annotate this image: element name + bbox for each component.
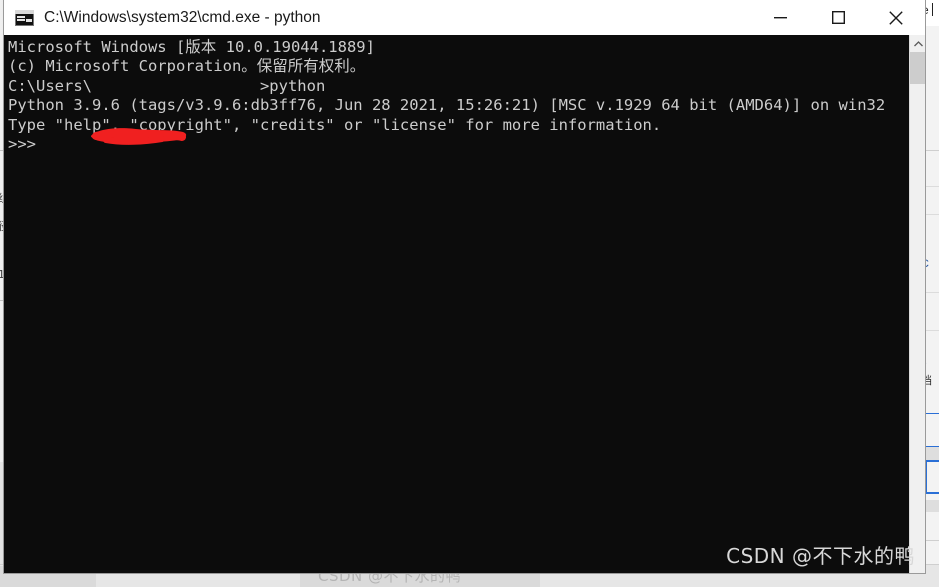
cmd-console-icon	[15, 9, 34, 26]
window-titlebar[interactable]: C:\Windows\system32\cmd.exe - python	[4, 0, 925, 35]
console-line-3: C:\Users\ >python	[8, 76, 326, 95]
console-line-4: Python 3.9.6 (tags/v3.9.6:db3ff76, Jun 2…	[8, 96, 886, 115]
console-line-5: Type "help", "copyright", "credits" or "…	[8, 115, 662, 134]
bg-right-titlebar: e	[923, 0, 939, 26]
scrollbar-thumb[interactable]	[910, 52, 925, 84]
console-scrollbar[interactable]	[909, 35, 925, 573]
bg-right-caret	[932, 3, 933, 16]
scroll-up-arrow-icon[interactable]	[910, 35, 925, 52]
watermark-primary: CSDN @不下水的鸭	[726, 544, 915, 568]
cmd-console-window[interactable]: C:\Windows\system32\cmd.exe - python Mic…	[4, 0, 925, 573]
close-button[interactable]	[867, 0, 925, 35]
console-line-0: Microsoft Windows [版本 10.0.19044.1889]	[8, 38, 375, 56]
minimize-button[interactable]	[751, 0, 809, 35]
window-title: C:\Windows\system32\cmd.exe - python	[44, 8, 321, 26]
desktop-background: 组 径 1 e C s 档 CSDN @不下水的鸭	[0, 0, 939, 587]
console-line-1: (c) Microsoft Corporation。保留所有权利。	[8, 57, 366, 76]
console-text-area[interactable]: Microsoft Windows [版本 10.0.19044.1889] (…	[4, 35, 909, 573]
window-controls	[751, 0, 925, 35]
console-prompt-line: >>>	[8, 135, 36, 154]
maximize-button[interactable]	[809, 0, 867, 35]
bg-right-selected-cell[interactable]	[925, 460, 939, 494]
